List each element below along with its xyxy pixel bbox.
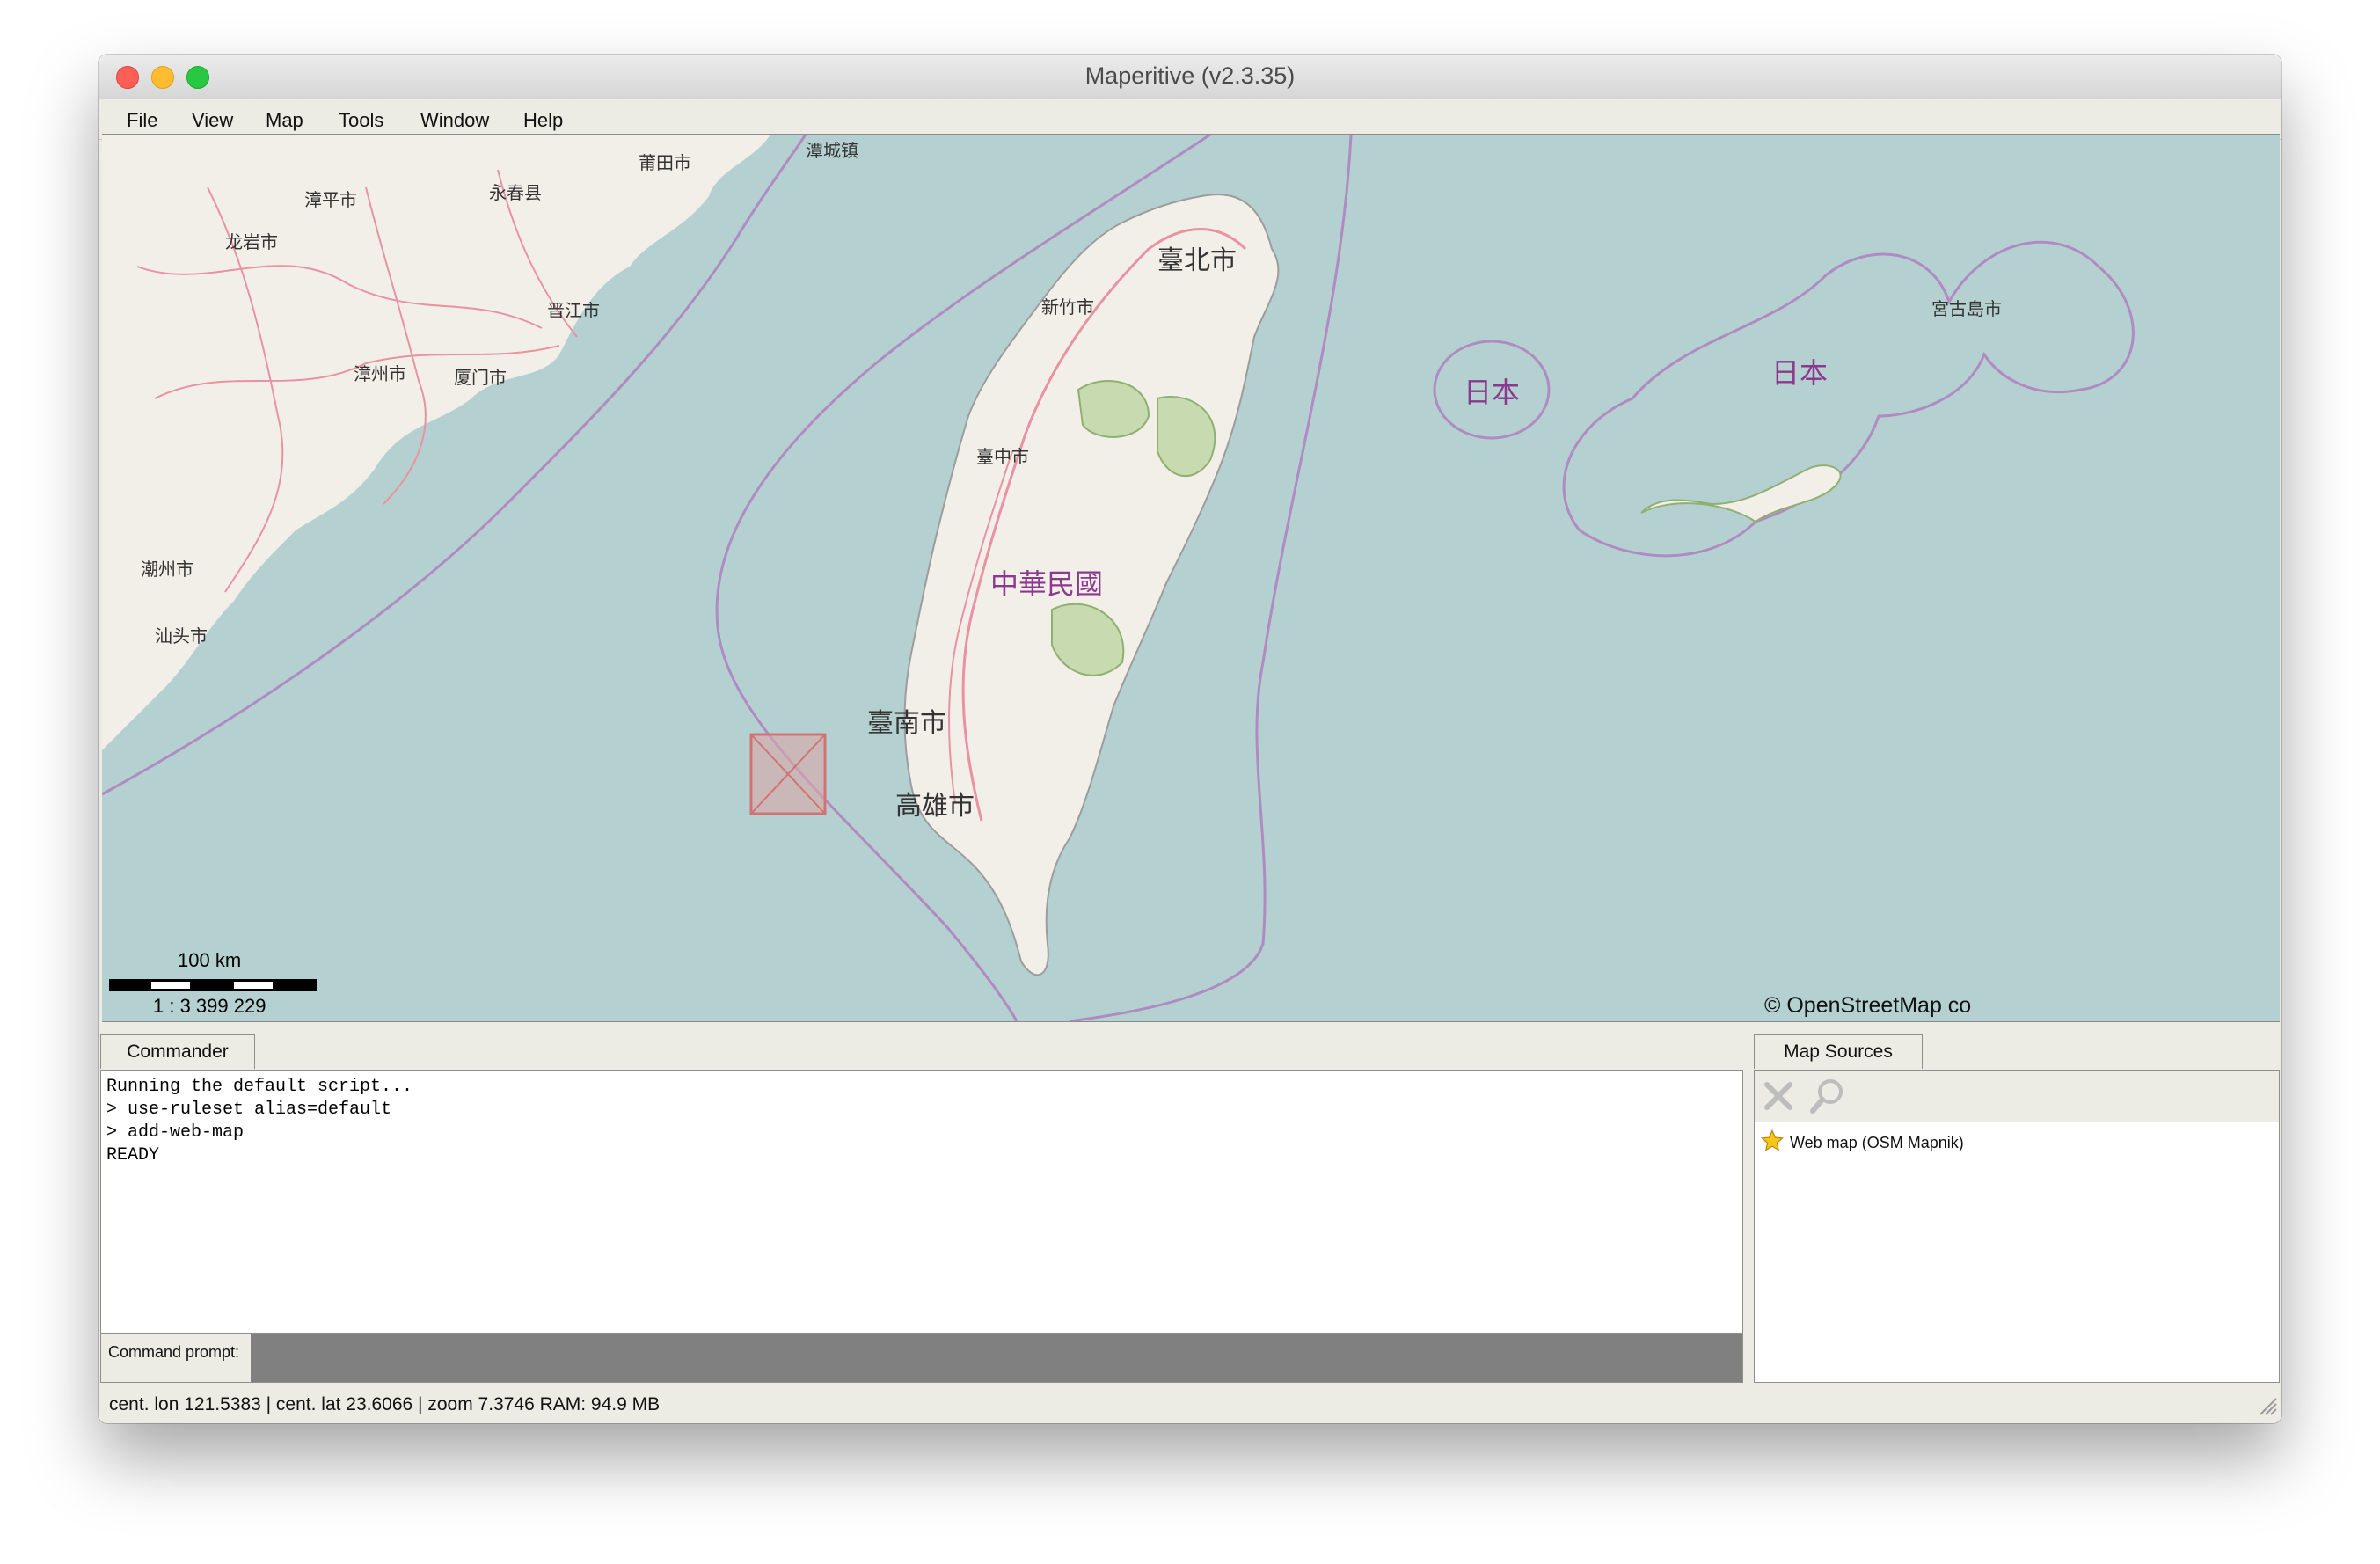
window-title: Maperitive (v2.3.35) bbox=[1084, 62, 1296, 89]
menu-view[interactable]: View bbox=[192, 109, 233, 132]
country-label: 中華民國 bbox=[990, 567, 1104, 601]
title-bar: Maperitive (v2.3.35) bbox=[99, 55, 2281, 99]
place-label: 臺北市 bbox=[1157, 245, 1237, 276]
output-line: Running the default script... bbox=[106, 1077, 413, 1097]
scale-bar bbox=[109, 979, 317, 991]
place-label: 潭城镇 bbox=[806, 140, 858, 161]
place-label: 永春县 bbox=[489, 182, 542, 203]
place-label: 高雄市 bbox=[895, 791, 975, 822]
japan-island bbox=[1640, 464, 1842, 523]
resize-grip-icon[interactable] bbox=[2257, 1395, 2278, 1421]
map-sources-panel: Web map (OSM Mapnik) bbox=[1754, 1070, 2280, 1383]
menu-help[interactable]: Help bbox=[523, 109, 563, 132]
place-label: 莆田市 bbox=[639, 152, 691, 173]
tab-commander[interactable]: Commander bbox=[100, 1034, 255, 1069]
map-attribution: © OpenStreetMap co bbox=[1764, 993, 1972, 1018]
menu-file[interactable]: File bbox=[127, 109, 157, 132]
place-label: 臺南市 bbox=[867, 708, 946, 739]
place-label: 宮古島市 bbox=[1931, 298, 2002, 319]
app-window: Maperitive (v2.3.35) File View Map Tools… bbox=[99, 55, 2281, 1423]
scale-distance-label: 100 km bbox=[178, 949, 242, 971]
map-view[interactable]: 100 km 1 : 3 399 229 © OpenStreetMap co … bbox=[102, 134, 2280, 1022]
scale-ratio-label: 1 : 3 399 229 bbox=[153, 995, 266, 1017]
place-label: 潮州市 bbox=[141, 559, 193, 580]
status-bar: cent. lon 121.5383 | cent. lat 23.6066 |… bbox=[99, 1385, 2281, 1423]
output-line: READY bbox=[106, 1145, 160, 1166]
country-label: 日本 bbox=[1464, 376, 1521, 409]
output-line: > add-web-map bbox=[106, 1122, 245, 1143]
command-output: Running the default script... > use-rule… bbox=[100, 1070, 1743, 1334]
output-line: > use-ruleset alias=default bbox=[106, 1100, 392, 1120]
tab-map-sources[interactable]: Map Sources bbox=[1754, 1034, 1923, 1069]
country-label: 日本 bbox=[1771, 356, 1829, 390]
remove-icon[interactable] bbox=[1760, 1078, 1797, 1119]
menu-map[interactable]: Map bbox=[266, 109, 303, 132]
map-sources-toolbar bbox=[1755, 1071, 2279, 1122]
star-icon bbox=[1760, 1129, 1785, 1158]
map-source-label: Web map (OSM Mapnik) bbox=[1790, 1134, 1964, 1151]
map-sources-list: Web map (OSM Mapnik) bbox=[1755, 1122, 2279, 1382]
command-prompt-input[interactable] bbox=[251, 1334, 1742, 1382]
zoom-to-source-icon[interactable] bbox=[1807, 1076, 1848, 1121]
place-label: 龙岩市 bbox=[225, 231, 278, 252]
place-label: 汕头市 bbox=[155, 625, 208, 647]
command-prompt-label: Command prompt: bbox=[108, 1343, 240, 1361]
place-label: 晋江市 bbox=[547, 300, 600, 321]
place-label: 漳州市 bbox=[354, 363, 406, 384]
menu-window[interactable]: Window bbox=[420, 109, 489, 132]
place-label: 漳平市 bbox=[304, 189, 357, 210]
map-source-item[interactable]: Web map (OSM Mapnik) bbox=[1760, 1129, 1964, 1158]
status-text: cent. lon 121.5383 | cent. lat 23.6066 |… bbox=[109, 1394, 661, 1414]
menu-tools[interactable]: Tools bbox=[339, 109, 383, 132]
command-prompt-row: Command prompt: bbox=[100, 1334, 1743, 1383]
place-label: 新竹市 bbox=[1041, 296, 1094, 318]
place-label: 厦门市 bbox=[454, 367, 507, 388]
place-label: 臺中市 bbox=[976, 446, 1029, 467]
mainland-land bbox=[102, 135, 770, 750]
